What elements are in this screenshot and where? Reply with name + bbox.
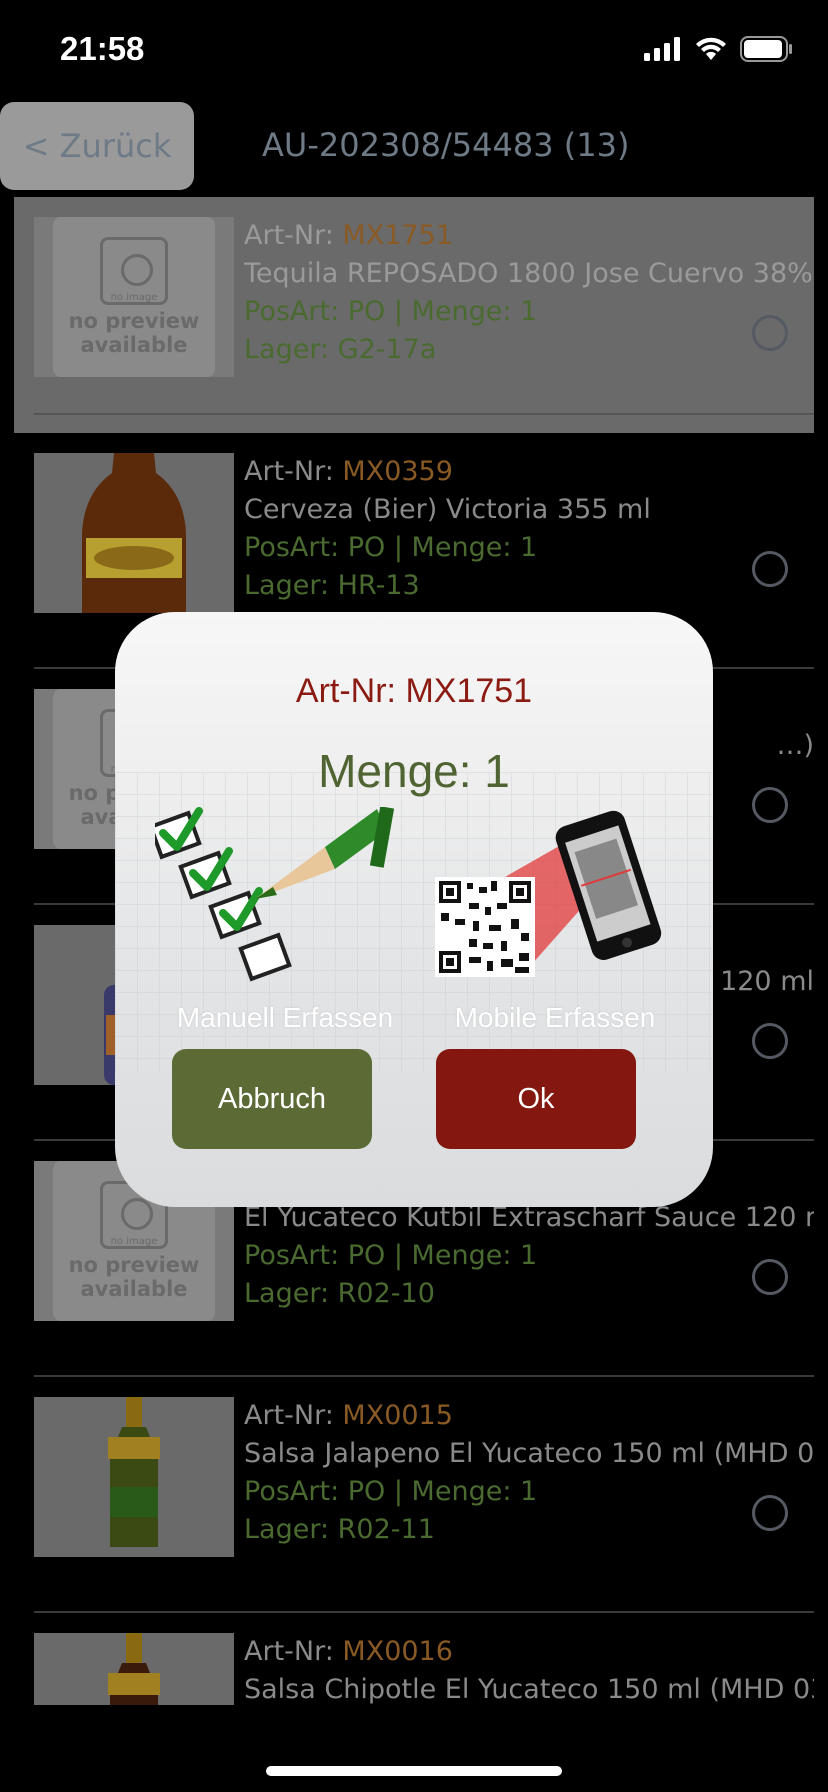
art-number: MX0015 xyxy=(342,1400,453,1431)
item-name: Tequila REPOSADO 1800 Jose Cuervo 38% vo… xyxy=(244,258,814,289)
chipotle-bottle-image xyxy=(34,1633,234,1705)
dialog-quantity: Menge: 1 xyxy=(318,745,510,797)
art-number: MX1751 xyxy=(342,220,453,251)
checklist-pencil-icon xyxy=(148,806,395,982)
lager: R02-10 xyxy=(337,1278,435,1309)
battery-icon xyxy=(740,36,792,62)
nav-header: < Zurück AU-202308/54483 (13) xyxy=(0,100,828,195)
wifi-icon xyxy=(696,37,726,60)
item-details: Art-Nr: MX1751 Tequila REPOSADO 1800 Jos… xyxy=(244,220,814,365)
item-thumbnail xyxy=(34,453,234,613)
signal-icon xyxy=(644,37,680,61)
select-radio[interactable] xyxy=(752,315,788,351)
select-radio[interactable] xyxy=(752,1023,788,1059)
order-title: AU-202308/54483 (13) xyxy=(262,126,630,164)
jalapeno-bottle-image xyxy=(34,1397,234,1557)
qr-scan-phone-icon xyxy=(435,810,662,977)
ok-button[interactable]: Ok xyxy=(436,1049,636,1149)
manual-capture-label: Manuell Erfassen xyxy=(176,1002,394,1033)
select-radio[interactable] xyxy=(752,551,788,587)
status-bar: 21:58 xyxy=(0,0,828,100)
list-item[interactable]: Art-Nr: MX0016 Salsa Chipotle El Yucatec… xyxy=(14,1613,814,1705)
list-item[interactable]: Art-Nr: MX0015 Salsa Jalapeno El Yucatec… xyxy=(14,1377,814,1613)
art-number: MX0359 xyxy=(342,456,453,487)
divider xyxy=(34,413,814,415)
cancel-button[interactable]: Abbruch xyxy=(172,1049,372,1149)
home-indicator[interactable] xyxy=(266,1766,562,1776)
status-icons xyxy=(644,36,794,62)
lager: R02-11 xyxy=(337,1514,435,1545)
capture-dialog: Art-Nr: MX1751 Menge: 1 Manuell Erfassen… xyxy=(115,612,713,1207)
dialog-art-number: Art-Nr: MX1751 xyxy=(295,672,533,710)
manual-capture-option[interactable]: Manuell Erfassen xyxy=(148,806,415,1033)
select-radio[interactable] xyxy=(752,787,788,823)
item-thumbnail xyxy=(34,1633,234,1705)
lager: HR-13 xyxy=(337,570,420,601)
item-details: Art-Nr: MX0015 Salsa Jalapeno El Yucatec… xyxy=(244,1400,814,1545)
item-thumbnail: no image no previewavailable xyxy=(34,217,234,377)
back-button[interactable]: < Zurück xyxy=(0,102,194,190)
select-radio[interactable] xyxy=(752,1259,788,1295)
mobile-capture-option[interactable]: Mobile Erfassen xyxy=(425,807,685,1033)
item-name: Cerveza (Bier) Victoria 355 ml xyxy=(244,494,651,525)
item-name: Salsa Jalapeno El Yucateco 150 ml (MHD 0… xyxy=(244,1438,814,1469)
no-preview-text: no previewavailable xyxy=(68,1253,200,1301)
item-details: Art-Nr: MX0016 Salsa Chipotle El Yucatec… xyxy=(244,1633,814,1705)
beer-bottle-image xyxy=(34,453,234,613)
no-preview-text: no previewavailable xyxy=(68,309,200,357)
item-name: Salsa Chipotle El Yucateco 150 ml (MHD 0… xyxy=(244,1674,814,1705)
status-time: 21:58 xyxy=(60,30,145,67)
list-item[interactable]: no image no preview available Art-Nr: MX1… xyxy=(14,197,814,433)
mobile-capture-label: Mobile Erfassen xyxy=(454,1002,656,1033)
select-radio[interactable] xyxy=(752,1495,788,1531)
item-thumbnail xyxy=(34,1397,234,1557)
lager: G2-17a xyxy=(337,334,437,365)
item-details: Art-Nr: MX0359 Cerveza (Bier) Victoria 3… xyxy=(244,453,814,605)
art-number: MX0016 xyxy=(342,1636,453,1667)
